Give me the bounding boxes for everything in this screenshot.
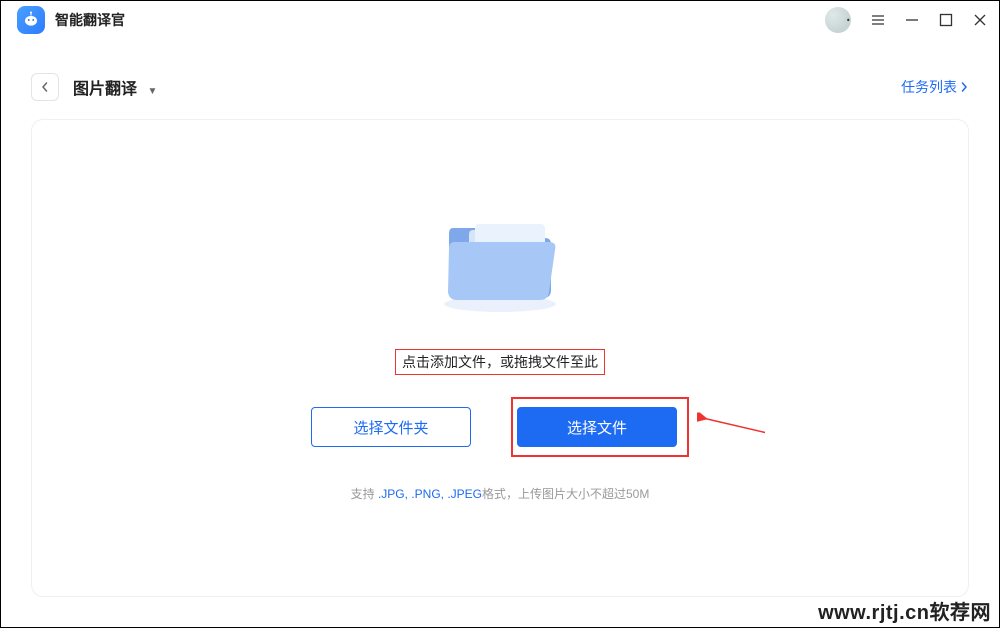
- back-button[interactable]: [31, 73, 59, 101]
- hint-suffix: 格式，上传图片大小不超过50M: [482, 487, 649, 501]
- page-header: 图片翻译 ▼ 任务列表: [1, 71, 999, 111]
- select-file-annotation-box: 选择文件: [511, 397, 689, 457]
- titlebar: 智能翻译官 .: [1, 1, 999, 39]
- app-window: 智能翻译官 . 图片翻译 ▼: [0, 0, 1000, 628]
- button-row: 选择文件夹 选择文件: [311, 397, 689, 457]
- titlebar-controls: .: [825, 7, 987, 33]
- task-list-link[interactable]: 任务列表: [901, 77, 969, 97]
- select-file-button[interactable]: 选择文件: [517, 407, 677, 447]
- watermark: www.rjtj.cn软荐网: [818, 596, 991, 625]
- select-folder-button[interactable]: 选择文件夹: [311, 407, 471, 447]
- dropzone-card[interactable]: 点击添加文件，或拖拽文件至此 选择文件夹 选择文件 支持 .JPG, .PNG,…: [31, 119, 969, 597]
- minimize-button[interactable]: [905, 13, 919, 27]
- app-title: 智能翻译官: [55, 10, 125, 30]
- minimize-icon: [905, 13, 919, 27]
- close-button[interactable]: [973, 13, 987, 27]
- hint-prefix: 支持: [351, 487, 378, 501]
- close-icon: [973, 13, 987, 27]
- chevron-right-icon: [959, 82, 969, 92]
- page-title-text: 图片翻译: [73, 81, 137, 98]
- hint-formats: .JPG, .PNG, .JPEG: [378, 487, 482, 501]
- annotation-arrow: [697, 413, 767, 442]
- chat-bot-icon: [22, 11, 40, 29]
- menu-button[interactable]: [871, 13, 885, 27]
- app-logo: [17, 6, 45, 34]
- hamburger-icon: [871, 13, 885, 27]
- page-title[interactable]: 图片翻译 ▼: [73, 75, 157, 99]
- format-hint: 支持 .JPG, .PNG, .JPEG格式，上传图片大小不超过50M: [351, 485, 650, 502]
- task-list-label: 任务列表: [901, 77, 957, 97]
- drop-instruction: 点击添加文件，或拖拽文件至此: [395, 349, 605, 375]
- maximize-button[interactable]: [939, 13, 953, 27]
- caret-down-icon: ▼: [147, 86, 157, 97]
- folder-icon: [435, 204, 565, 309]
- maximize-icon: [939, 13, 953, 27]
- avatar-status-dot: .: [845, 4, 851, 27]
- chevron-left-icon: [40, 82, 50, 92]
